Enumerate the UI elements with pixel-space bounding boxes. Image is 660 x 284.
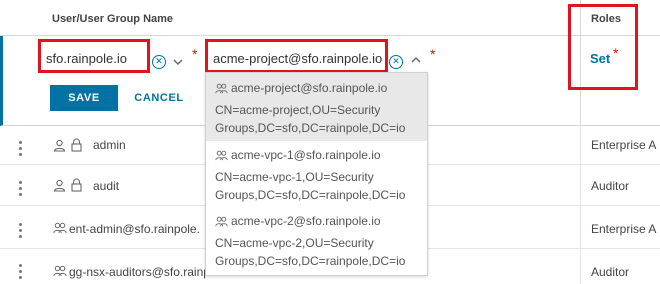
- dropdown-option-title: acme-project@sfo.rainpole.io: [215, 81, 387, 95]
- clear-search-icon[interactable]: ✕: [389, 55, 403, 69]
- set-roles-link[interactable]: Set: [590, 51, 610, 66]
- group-icon: [53, 265, 67, 277]
- group-icon: [215, 216, 228, 227]
- lock-icon: [71, 138, 82, 152]
- user-icon: [53, 139, 66, 152]
- row-role: Enterprise A: [591, 222, 657, 236]
- domain-required-mark: *: [192, 46, 198, 62]
- row-name: audit: [93, 179, 120, 193]
- user-icon: [53, 179, 66, 192]
- lock-icon: [71, 178, 82, 192]
- column-divider: [580, 249, 581, 284]
- group-icon: [215, 150, 228, 161]
- dropdown-option-dn: CN=acme-vpc-1,OU=Security Groups,DC=sfo,…: [215, 168, 425, 204]
- highlight-box-domain: [38, 39, 150, 73]
- save-button[interactable]: SAVE: [50, 85, 118, 111]
- dn-line: Groups,DC=sfo,DC=rainpole,DC=io: [215, 188, 406, 202]
- roles-required-mark: *: [613, 45, 619, 61]
- highlight-box-search: [205, 39, 388, 73]
- dropdown-option[interactable]: acme-vpc-2@sfo.rainpole.io CN=acme-vpc-2…: [206, 207, 427, 275]
- row-actions-icon[interactable]: [19, 264, 23, 282]
- clear-domain-icon[interactable]: ✕: [152, 55, 166, 69]
- chevron-down-icon[interactable]: [172, 56, 184, 68]
- dropdown-option-dn: CN=acme-project,OU=Security Groups,DC=sf…: [215, 101, 425, 137]
- row-role: Auditor: [591, 179, 630, 193]
- chevron-up-icon[interactable]: [410, 54, 422, 66]
- dn-line: CN=acme-vpc-1,OU=Security: [215, 170, 374, 184]
- dropdown-option-dn: CN=acme-vpc-2,OU=Security Groups,DC=sfo,…: [215, 234, 425, 270]
- dropdown-option-label: acme-vpc-1@sfo.rainpole.io: [231, 148, 381, 162]
- dn-line: CN=acme-vpc-2,OU=Security: [215, 236, 374, 250]
- dn-line: Groups,DC=sfo,DC=rainpole,DC=io: [215, 121, 406, 135]
- group-dropdown: acme-project@sfo.rainpole.io CN=acme-pro…: [205, 72, 428, 276]
- row-actions-icon[interactable]: [19, 223, 23, 241]
- dropdown-option[interactable]: acme-project@sfo.rainpole.io CN=acme-pro…: [206, 73, 427, 141]
- row-name: admin: [93, 138, 126, 152]
- column-header-name: User/User Group Name: [52, 13, 174, 25]
- dropdown-option[interactable]: acme-vpc-1@sfo.rainpole.io CN=acme-vpc-1…: [206, 141, 427, 207]
- dropdown-option-title: acme-vpc-2@sfo.rainpole.io: [215, 214, 381, 228]
- group-icon: [53, 222, 67, 234]
- row-actions-icon[interactable]: [19, 141, 23, 159]
- dn-line: Groups,DC=sfo,DC=rainpole,DC=io: [215, 254, 406, 268]
- row-role: Enterprise A: [591, 138, 657, 152]
- column-divider: [580, 206, 581, 249]
- dn-line: CN=acme-project,OU=Security: [215, 103, 381, 117]
- highlight-box-roles: [568, 4, 638, 90]
- row-name: ent-admin@sfo.rainpole.: [69, 222, 200, 236]
- row-actions-icon[interactable]: [19, 181, 23, 199]
- row-role: Auditor: [591, 265, 630, 279]
- cancel-button[interactable]: CANCEL: [128, 85, 190, 111]
- column-divider: [580, 126, 581, 165]
- dropdown-option-label: acme-vpc-2@sfo.rainpole.io: [231, 214, 381, 228]
- column-divider: [580, 165, 581, 206]
- search-required-mark: *: [430, 46, 436, 62]
- dropdown-option-label: acme-project@sfo.rainpole.io: [231, 81, 388, 95]
- table-header: User/User Group Name Roles: [0, 0, 660, 36]
- group-icon: [215, 83, 228, 94]
- dropdown-option-title: acme-vpc-1@sfo.rainpole.io: [215, 148, 381, 162]
